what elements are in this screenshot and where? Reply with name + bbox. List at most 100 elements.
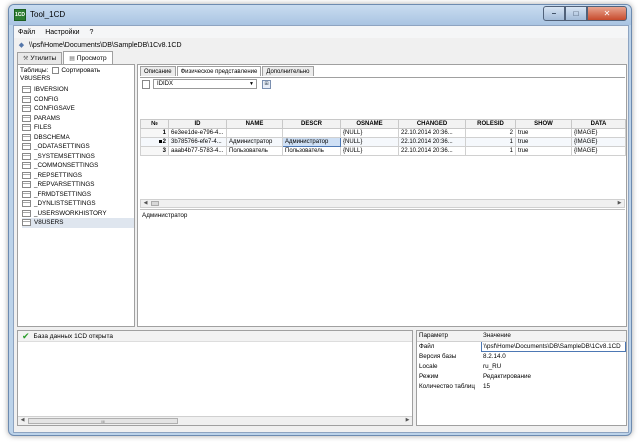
- property-name: Количество таблиц: [419, 382, 476, 390]
- table-row[interactable]: 1 6e3ee1de-e796-4... {NULL} 22.10.2014 20:3…: [140, 128, 626, 138]
- grid-cell[interactable]: 22.10.2014 20:36...: [398, 128, 466, 138]
- grid-column-header[interactable]: DATA: [571, 119, 626, 129]
- table-icon: [22, 105, 31, 113]
- grid-cell[interactable]: [282, 128, 341, 138]
- tab-utilities[interactable]: ⚒ Утилиты: [17, 52, 63, 64]
- scroll-left-icon[interactable]: ◀: [141, 200, 150, 207]
- table-list-item[interactable]: _REPVARSETTINGS: [22, 180, 134, 190]
- grid-cell[interactable]: aaab4b77-5783-4...: [168, 146, 227, 156]
- table-list-item[interactable]: PARAMS: [22, 114, 134, 124]
- scroll-left-icon[interactable]: ◀: [18, 417, 27, 424]
- table-list-item[interactable]: _FRMDTSETTINGS: [22, 190, 134, 200]
- property-row[interactable]: Файл \\psf\Home\Documents\DB\SampleDB\1Cv…: [417, 340, 626, 352]
- grid-cell[interactable]: {IMAGE}: [571, 146, 626, 156]
- grid-cell[interactable]: Администратор: [282, 137, 341, 147]
- current-table-name: V8USERS: [20, 75, 51, 82]
- table-list-item[interactable]: CONFIG: [22, 95, 134, 105]
- grid-cell[interactable]: {NULL}: [340, 128, 399, 138]
- field-value-view[interactable]: Администратор: [140, 209, 625, 325]
- grid-column-header[interactable]: №: [140, 119, 169, 129]
- grid-column-header[interactable]: NAME: [226, 119, 283, 129]
- table-list-label: FILES: [34, 124, 52, 132]
- menu-settings[interactable]: Настройки: [45, 29, 79, 36]
- menu-help[interactable]: ?: [90, 29, 94, 36]
- export-button[interactable]: ⊞: [262, 79, 271, 89]
- table-row[interactable]: 2 3b785766-efe7-4... Администратор Админист…: [140, 137, 626, 147]
- scroll-right-icon[interactable]: ▶: [615, 200, 624, 207]
- scroll-right-icon[interactable]: ▶: [403, 417, 412, 424]
- grid-horizontal-scrollbar[interactable]: ◀ ▶: [140, 199, 625, 208]
- grid-cell[interactable]: true: [515, 137, 572, 147]
- grid-cell[interactable]: 3b785766-efe7-4...: [168, 137, 227, 147]
- table-list-item[interactable]: _ODATASETTINGS: [22, 142, 134, 152]
- table-list-item[interactable]: IBVERSION: [22, 85, 134, 95]
- grid-cell[interactable]: 3: [140, 146, 169, 156]
- grid-cell[interactable]: true: [515, 146, 572, 156]
- table-list-item[interactable]: _USERSWORKHISTORY: [22, 209, 134, 219]
- properties-panel: Параметр Значение Файл \\psf\Home\Documen…: [416, 330, 627, 426]
- sort-checkbox[interactable]: [52, 66, 60, 74]
- grid-cell[interactable]: {IMAGE}: [571, 128, 626, 138]
- property-row[interactable]: Locale ru_RU: [417, 361, 626, 371]
- grid-cell[interactable]: {NULL}: [340, 137, 399, 147]
- tab-view[interactable]: ▤ Просмотр: [63, 51, 113, 64]
- grid-cell[interactable]: 1: [140, 128, 169, 138]
- records-grid: № ID NAME DESCR OSNAME CHANGED ROLESID SHOW DATA…: [140, 119, 626, 156]
- grid-cell[interactable]: 1: [465, 146, 516, 156]
- property-row[interactable]: Количество таблиц 15: [417, 381, 626, 391]
- grid-cell[interactable]: Пользователь: [226, 146, 283, 156]
- grid-column-header[interactable]: OSNAME: [340, 119, 399, 129]
- grid-cell[interactable]: {IMAGE}: [571, 137, 626, 147]
- grid-cell[interactable]: Администратор: [226, 137, 283, 147]
- property-row[interactable]: Версия базы 8.2.14.0: [417, 351, 626, 361]
- tab-description[interactable]: Описание: [140, 66, 176, 76]
- grid-cell[interactable]: 1: [465, 137, 516, 147]
- close-button[interactable]: ✕: [587, 6, 627, 21]
- title-bar[interactable]: 1CD Tool_1CD – □ ✕: [9, 5, 631, 25]
- grid-cell[interactable]: true: [515, 128, 572, 138]
- scroll-thumb[interactable]: [151, 201, 159, 206]
- grid-cell-value: 22.10.2014 20:36...: [401, 139, 453, 145]
- grid-cell[interactable]: 2: [465, 128, 516, 138]
- grid-column-header[interactable]: DESCR: [282, 119, 341, 129]
- table-list-item[interactable]: _COMMONSETTINGS: [22, 161, 134, 171]
- grid-column-header[interactable]: CHANGED: [398, 119, 466, 129]
- index-select[interactable]: IDIDX ▼: [153, 79, 257, 89]
- log-message: База данных 1CD открыта: [33, 332, 113, 340]
- table-list-item[interactable]: _DYNLISTSETTINGS: [22, 199, 134, 209]
- property-row[interactable]: Режим Редактирование: [417, 371, 626, 381]
- table-row[interactable]: 3 aaab4b77-5783-4... Пользователь Пользоват…: [140, 146, 626, 156]
- grid-cell-value: 3b785766-efe7-4...: [171, 139, 222, 145]
- tab-physical[interactable]: Физическое представление: [176, 66, 262, 76]
- grid-column-header[interactable]: ID: [168, 119, 227, 129]
- grid-cell-value: {IMAGE}: [574, 130, 598, 136]
- grid-column-header[interactable]: ROLESID: [465, 119, 516, 129]
- tab-additional[interactable]: Дополнительно: [262, 66, 314, 76]
- grid-cell-value: 22.10.2014 20:36...: [401, 148, 453, 154]
- grid-cell[interactable]: [226, 128, 283, 138]
- maximize-button[interactable]: □: [565, 6, 587, 21]
- grid-cell[interactable]: {NULL}: [340, 146, 399, 156]
- grid-column-header[interactable]: SHOW: [515, 119, 572, 129]
- sort-label: Сортировать: [61, 66, 101, 74]
- property-name: Файл: [419, 342, 435, 350]
- table-list-item[interactable]: _SYSTEMSETTINGS: [22, 152, 134, 162]
- minimize-button[interactable]: –: [543, 6, 565, 21]
- table-list-item[interactable]: CONFIGSAVE: [22, 104, 134, 114]
- grid-cell[interactable]: 6e3ee1de-e796-4...: [168, 128, 227, 138]
- table-list-item[interactable]: FILES: [22, 123, 134, 133]
- grid-cell[interactable]: 22.10.2014 20:36...: [398, 146, 466, 156]
- grid-cell[interactable]: Пользователь: [282, 146, 341, 156]
- table-icon: [22, 86, 31, 94]
- table-list-label: _DYNLISTSETTINGS: [34, 200, 96, 208]
- table-list-item[interactable]: DBSCHEMA: [22, 133, 134, 143]
- scroll-thumb[interactable]: III: [28, 418, 178, 424]
- menu-file[interactable]: Файл: [18, 29, 35, 36]
- grid-cell-value: Администратор: [285, 139, 329, 145]
- table-list-item[interactable]: V8USERS: [22, 218, 134, 228]
- table-list-item[interactable]: _REPSETTINGS: [22, 171, 134, 181]
- grid-cell[interactable]: 2: [140, 137, 169, 147]
- grid-cell[interactable]: 22.10.2014 20:36...: [398, 137, 466, 147]
- page-icon[interactable]: [142, 79, 150, 89]
- log-horizontal-scrollbar[interactable]: ◀ III ▶: [18, 416, 412, 425]
